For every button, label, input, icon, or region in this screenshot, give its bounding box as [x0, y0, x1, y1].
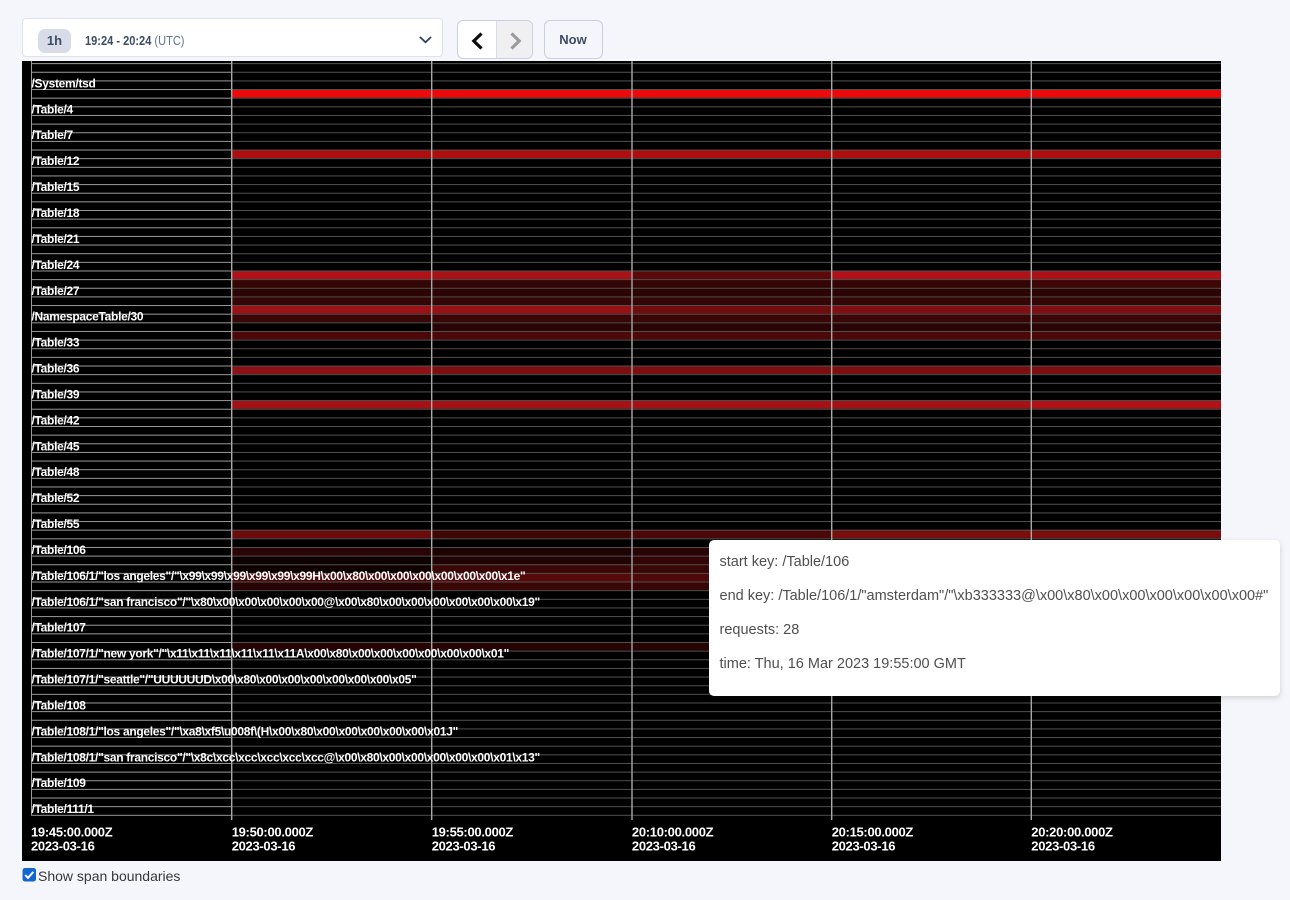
svg-text:2023-03-16: 2023-03-16	[1031, 838, 1095, 853]
svg-text:/Table/52: /Table/52	[32, 491, 80, 505]
svg-text:/Table/108/1/"san francisco"/": /Table/108/1/"san francisco"/"\x8c\xcc\x…	[32, 750, 540, 764]
svg-text:19:50:00.000Z: 19:50:00.000Z	[232, 824, 314, 839]
svg-text:/Table/107: /Table/107	[32, 620, 87, 634]
svg-text:/Table/27: /Table/27	[32, 283, 80, 297]
svg-text:/Table/111/1: /Table/111/1	[32, 802, 95, 816]
svg-text:/Table/24: /Table/24	[32, 257, 80, 271]
svg-text:/Table/106/1/"los angeles"/"\x: /Table/106/1/"los angeles"/"\x99\x99\x99…	[32, 568, 526, 582]
svg-text:/Table/108/1/"los angeles"/"\x: /Table/108/1/"los angeles"/"\xa8\xf5\u00…	[32, 724, 458, 738]
svg-text:20:10:00.000Z: 20:10:00.000Z	[632, 824, 714, 839]
svg-text:/Table/55: /Table/55	[32, 517, 80, 531]
svg-text:/Table/48: /Table/48	[32, 465, 80, 479]
svg-text:/Table/21: /Table/21	[32, 231, 80, 245]
svg-text:/Table/12: /Table/12	[32, 154, 80, 168]
svg-text:/NamespaceTable/30: /NamespaceTable/30	[32, 309, 144, 323]
svg-text:/Table/15: /Table/15	[32, 180, 80, 194]
svg-text:/Table/18: /Table/18	[32, 206, 80, 220]
svg-text:2023-03-16: 2023-03-16	[232, 838, 296, 853]
svg-text:/Table/33: /Table/33	[32, 335, 80, 349]
svg-text:/Table/106: /Table/106	[32, 542, 87, 556]
svg-text:20:15:00.000Z: 20:15:00.000Z	[832, 824, 914, 839]
svg-text:/Table/42: /Table/42	[32, 413, 80, 427]
svg-text:2023-03-16: 2023-03-16	[432, 838, 496, 853]
svg-text:/System/tsd: /System/tsd	[32, 76, 96, 90]
svg-text:/Table/36: /Table/36	[32, 361, 80, 375]
svg-text:20:20:00.000Z: 20:20:00.000Z	[1031, 824, 1113, 839]
svg-text:/Table/107/1/"new york"/"\x11\: /Table/107/1/"new york"/"\x11\x11\x11\x1…	[32, 646, 510, 660]
svg-text:2023-03-16: 2023-03-16	[832, 838, 896, 853]
svg-text:/Table/4: /Table/4	[32, 102, 74, 116]
svg-text:/Table/106/1/"san francisco"/": /Table/106/1/"san francisco"/"\x80\x00\x…	[32, 594, 540, 608]
svg-text:/Table/107/1/"seattle"/"UUUUUU: /Table/107/1/"seattle"/"UUUUUUD\x00\x80\…	[32, 672, 417, 686]
svg-text:/Table/108: /Table/108	[32, 698, 87, 712]
svg-text:/Table/7: /Table/7	[32, 128, 74, 142]
svg-text:/Table/45: /Table/45	[32, 439, 80, 453]
svg-text:19:55:00.000Z: 19:55:00.000Z	[432, 824, 514, 839]
svg-text:/Table/39: /Table/39	[32, 387, 80, 401]
svg-text:2023-03-16: 2023-03-16	[632, 838, 696, 853]
svg-text:19:45:00.000Z: 19:45:00.000Z	[31, 824, 113, 839]
svg-text:2023-03-16: 2023-03-16	[31, 838, 95, 853]
svg-text:/Table/109: /Table/109	[32, 776, 87, 790]
